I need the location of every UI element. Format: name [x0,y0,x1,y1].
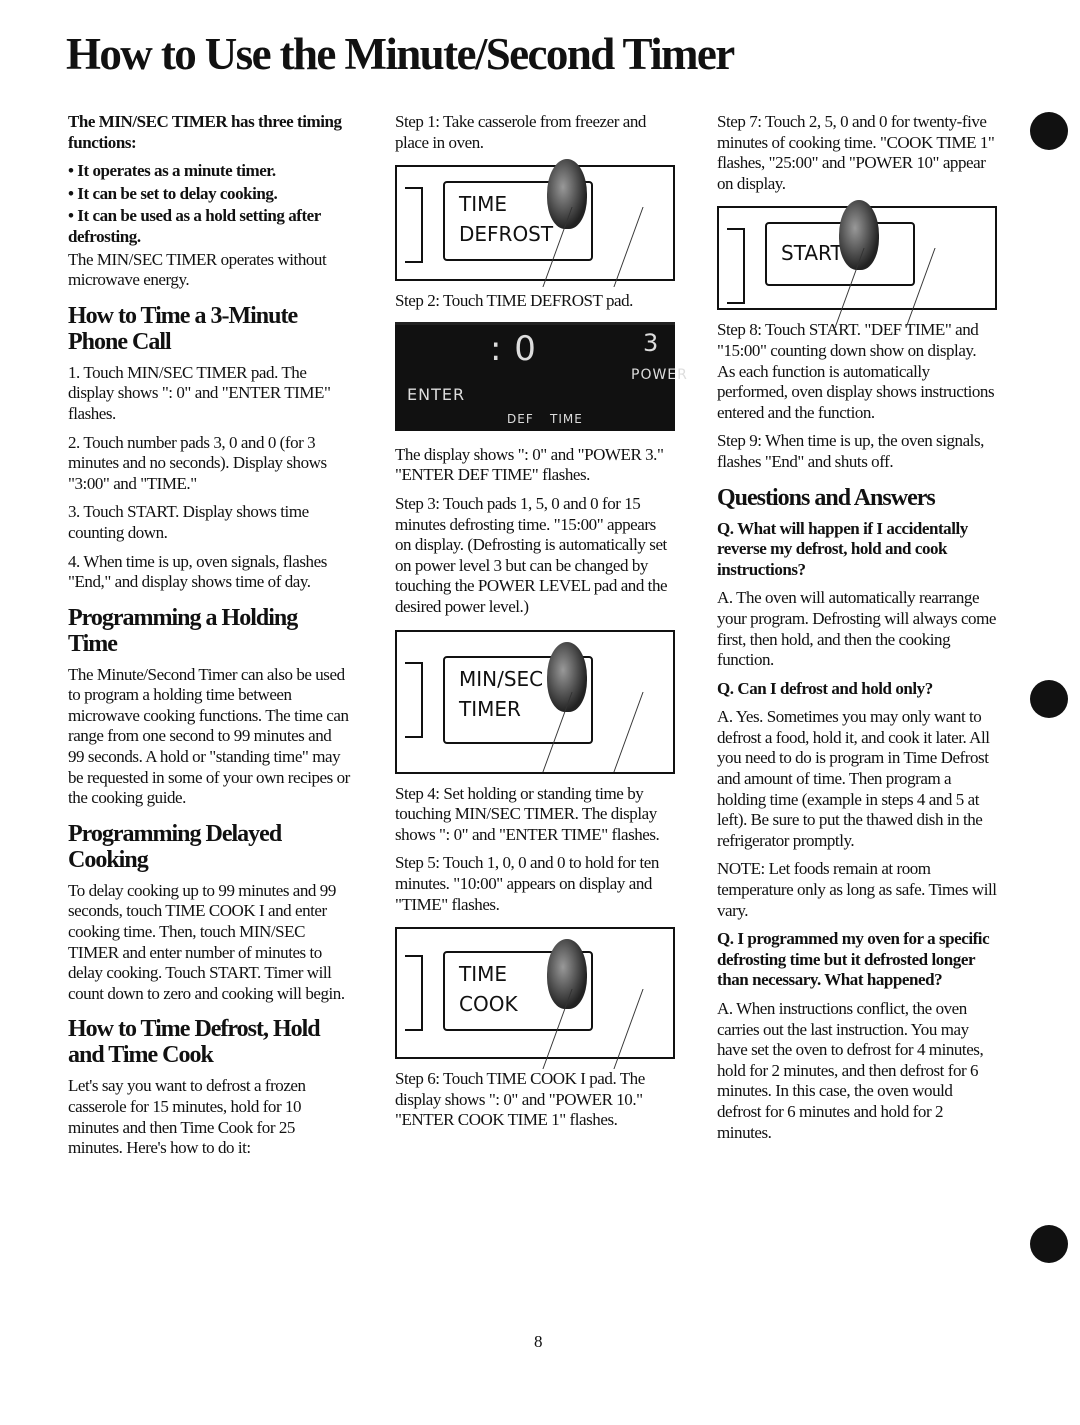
step-2-text: The display shows ": 0" and "POWER 3." "… [395,444,664,485]
binder-hole [1030,1225,1068,1263]
step-3: Step 3: Touch pads 1, 5, 0 and 0 for 15 … [395,493,668,616]
heading-questions-answers: Questions and Answers [717,484,936,511]
binder-hole [1030,112,1068,150]
step-6: Step 6: Touch TIME COOK I pad. The displ… [395,1069,645,1130]
note-text: The MIN/SEC TIMER operates without micro… [68,249,327,290]
display-power-digit: 3 [643,328,660,357]
delayed-text: To delay cooking up to 99 minutes and 99… [68,880,345,1003]
bullet: • It operates as a minute timer. [68,161,276,181]
display-digits: : 0 [490,328,537,369]
answer: A. When instructions conflict, the oven … [717,999,984,1142]
keypad-illustration-start: START [717,200,997,329]
page-title: How to Use the Minute/Second Timer [66,29,735,79]
step: 2. Touch number pads 3, 0 and 0 (for 3 m… [68,432,327,493]
keypad-illustration-time-cook: TIME COOK [395,927,675,1070]
question: Q. Can I defrost and hold only? [717,678,933,698]
answer: A. The oven will automatically rearrange… [717,588,996,670]
step: 3. Touch START. Display shows time count… [68,502,309,542]
step: 1. Touch MIN/SEC TIMER pad. The display … [68,362,331,423]
intro-text: The MIN/SEC TIMER has three timing funct… [68,112,342,152]
step-8: Step 8: Touch START. "DEF TIME" and "15:… [717,320,995,422]
question: Q. What will happen if I accidentally re… [717,518,968,579]
answer: A. Yes. Sometimes you may only want to d… [717,707,990,850]
bullet: • It can be set to delay cooking. [68,183,278,203]
step: 4. When time is up, oven signals, flashe… [68,551,327,592]
note: NOTE: Let foods remain at room temperatu… [717,859,997,920]
oven-display: : 0 3 POWER ENTER DEF TIME [395,321,687,431]
column-2: Step 1: Take casserole from freezer and … [395,112,687,1139]
display-time-label: TIME [550,411,583,426]
display-enter-label: ENTER [407,384,466,404]
heading-delayed-cooking: Programming Delayed Cooking [68,820,282,873]
step-7: Step 7: Touch 2, 5, 0 and 0 for twenty-f… [717,112,995,193]
step-4: Step 4: Set holding or standing time by … [395,783,660,844]
defrost-text: Let's say you want to defrost a frozen c… [68,1076,306,1158]
step-2: Step 2: Touch TIME DEFROST pad. [395,291,633,311]
column-3: Step 7: Touch 2, 5, 0 and 0 for twenty-f… [717,112,997,1151]
bullet: • It can be used as a hold setting after… [68,206,321,246]
display-def-label: DEF [507,411,534,426]
heading-holding-time: Programming a Holding Time [68,604,298,657]
holding-text: The Minute/Second Timer can also be used… [68,664,350,808]
question: Q. I programmed my oven for a specific d… [717,929,990,990]
page-number: 8 [534,1332,543,1351]
keypad-illustration-time-defrost: TIME DEFROST [395,159,675,288]
step-9: Step 9: When time is up, the oven signal… [717,431,984,471]
heading-phone-call: How to Time a 3-Minute Phone Call [68,302,298,355]
step-5: Step 5: Touch 1, 0, 0 and 0 to hold for … [395,853,659,914]
column-1: The MIN/SEC TIMER has three timing funct… [68,112,350,1167]
keypad-illustration-min-sec: MIN/SEC TIMER [395,629,675,774]
heading-defrost-hold-cook: How to Time Defrost, Hold and Time Cook [68,1016,321,1069]
binder-hole [1030,680,1068,718]
display-power-label: POWER [631,366,688,383]
step-1: Step 1: Take casserole from freezer and … [395,112,646,152]
